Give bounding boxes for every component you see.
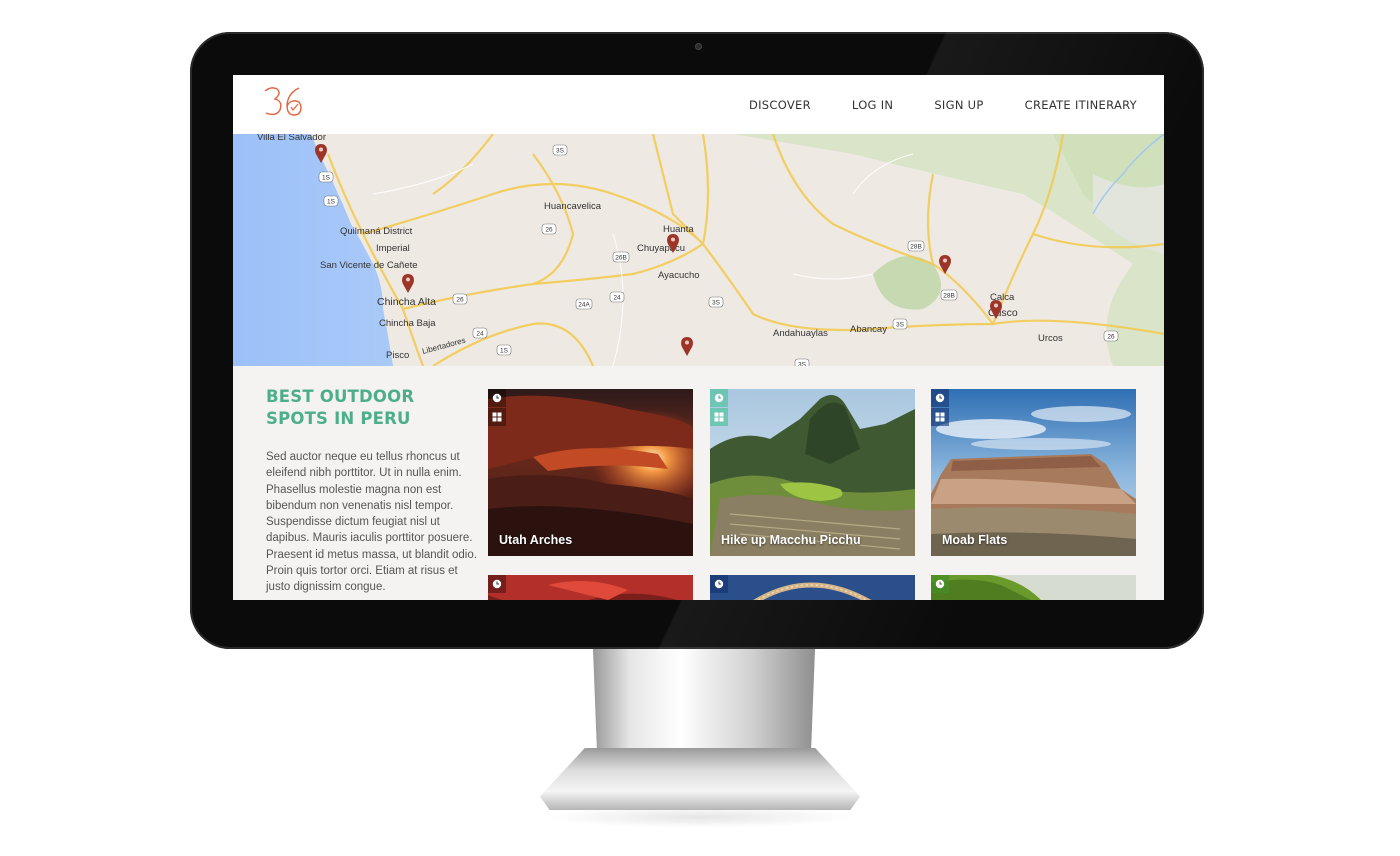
place-label: Imperial <box>376 243 410 254</box>
content-section: BEST OUTDOOR SPOTS IN PERU Sed auctor ne… <box>233 366 1164 600</box>
place-label: Ayacucho <box>658 270 700 281</box>
card-image <box>710 389 915 556</box>
grid-icon[interactable] <box>931 408 949 426</box>
route-shield: 24 <box>613 295 621 302</box>
card-image <box>488 389 693 556</box>
route-shield: 3S <box>896 322 905 329</box>
route-shield: 24 <box>476 331 484 338</box>
nav-log-in[interactable]: LOG IN <box>852 98 893 112</box>
route-shield: 3S <box>556 148 565 155</box>
clock-icon[interactable] <box>710 575 728 593</box>
monitor-stand-neck <box>592 640 816 760</box>
place-label: Huanta <box>663 224 694 235</box>
section-description: Sed auctor neque eu tellus rhoncus ut el… <box>266 451 477 594</box>
route-shield: 26 <box>1107 334 1115 341</box>
nav-sign-up[interactable]: SIGN UP <box>934 98 983 112</box>
map[interactable]: Villa El Salvador Huancavelica Quilmaná … <box>233 134 1164 366</box>
route-shield: 28B <box>910 244 922 251</box>
webcam-dot <box>695 43 702 50</box>
place-label: Urcos <box>1038 333 1063 344</box>
section-title: BEST OUTDOOR SPOTS IN PERU <box>266 387 415 428</box>
clock-icon[interactable] <box>488 389 506 407</box>
place-label: Andahuaylas <box>773 328 828 339</box>
place-label: Chincha Alta <box>377 296 436 308</box>
main-nav: DISCOVER LOG IN SIGN UP CREATE ITINERARY <box>708 98 1137 112</box>
place-label: Chincha Baja <box>379 318 436 329</box>
route-shield: 26 <box>545 227 553 234</box>
card-title: Utah Arches <box>499 533 573 547</box>
route-shield: 26B <box>615 255 627 262</box>
nav-discover[interactable]: DISCOVER <box>749 98 811 112</box>
route-shield: 26 <box>456 297 464 304</box>
route-shield: 3S <box>712 300 721 307</box>
spot-card-utah-arches[interactable]: Utah Arches <box>488 389 693 556</box>
place-label: Chuyapacu <box>637 243 685 254</box>
clock-icon[interactable] <box>710 389 728 407</box>
route-shield: 1S <box>322 175 331 182</box>
spot-card-row2-2[interactable] <box>710 575 915 600</box>
nav-create-itinerary[interactable]: CREATE ITINERARY <box>1025 98 1137 112</box>
route-shield: 28B <box>943 293 955 300</box>
place-label: Quilmaná District <box>340 226 413 237</box>
clock-icon[interactable] <box>931 575 949 593</box>
spot-card-machu-picchu[interactable]: Hike up Macchu Picchu <box>710 389 915 556</box>
route-shield: 1S <box>327 199 336 206</box>
place-label: Villa El Salvador <box>257 134 326 143</box>
place-label: Huancavelica <box>544 201 602 212</box>
card-image <box>710 575 915 600</box>
clock-icon[interactable] <box>931 389 949 407</box>
place-label: San Vicente de Cañete <box>320 260 418 271</box>
header-bar: DISCOVER LOG IN SIGN UP CREATE ITINERARY <box>233 75 1164 134</box>
logo-36-icon[interactable] <box>263 85 307 121</box>
grid-icon[interactable] <box>488 408 506 426</box>
card-image <box>931 575 1136 600</box>
card-image <box>488 575 693 600</box>
route-shield: 1S <box>500 348 509 355</box>
card-title: Hike up Macchu Picchu <box>721 533 861 547</box>
monitor-stand-base <box>540 748 860 810</box>
grid-icon[interactable] <box>710 408 728 426</box>
spot-card-row2-3[interactable] <box>931 575 1136 600</box>
card-title: Moab Flats <box>942 533 1008 547</box>
clock-icon[interactable] <box>488 575 506 593</box>
route-shield: 24A <box>578 302 590 309</box>
place-label: Pisco <box>386 350 409 361</box>
monitor-screen: DISCOVER LOG IN SIGN UP CREATE ITINERARY <box>233 75 1164 600</box>
spot-card-moab-flats[interactable]: Moab Flats <box>931 389 1136 556</box>
place-label: Abancay <box>850 324 887 335</box>
card-image <box>931 389 1136 556</box>
spot-card-row2-1[interactable] <box>488 575 693 600</box>
